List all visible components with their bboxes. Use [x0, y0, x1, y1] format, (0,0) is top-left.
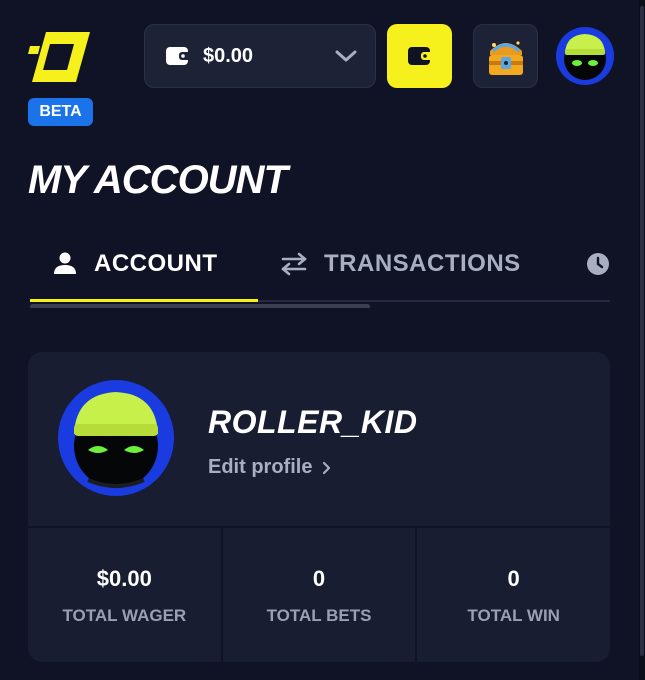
page-scrollbar-thumb[interactable] [640, 6, 644, 656]
user-avatar-icon[interactable] [556, 27, 614, 85]
stat-value: $0.00 [96, 566, 152, 591]
profile-username: ROLLER_KID [208, 404, 418, 440]
wallet-balance-dropdown[interactable]: $0.00 [144, 24, 376, 88]
tabs-scrollbar[interactable] [30, 304, 370, 308]
tab-transactions-label: TRANSACTIONS [324, 250, 521, 277]
account-page: BETA $0.00 MY ACCOUNT ACCOUNT TRANSACTIO… [0, 0, 645, 680]
tab-account[interactable]: ACCOUNT [54, 238, 218, 290]
stat-label: TOTAL WAGER [62, 606, 187, 625]
wallet-button[interactable] [387, 24, 452, 88]
profile-card: ROLLER_KID Edit profile $0.00 TOTAL WAGE… [28, 352, 610, 662]
edit-profile-label: Edit profile [208, 456, 313, 478]
wallet-balance: $0.00 [203, 44, 254, 67]
chevron-down-icon [335, 50, 357, 62]
stats-row: $0.00 TOTAL WAGER 0 TOTAL BETS 0 TOTAL W… [28, 528, 610, 662]
brand-logo-icon[interactable] [28, 30, 92, 84]
profile-avatar-icon[interactable] [58, 380, 174, 496]
account-tabs: ACCOUNT TRANSACTIONS [30, 238, 610, 308]
stat-label: TOTAL WIN [467, 606, 560, 625]
stat-value: 0 [312, 566, 326, 591]
edit-profile-link[interactable]: Edit profile [208, 456, 332, 479]
stat-total-bets: 0 TOTAL BETS [220, 528, 416, 662]
tab-account-label: ACCOUNT [94, 250, 218, 277]
tab-history[interactable] [586, 238, 610, 290]
stat-value: 0 [507, 566, 520, 591]
rewards-chest-button[interactable] [473, 24, 538, 88]
stat-total-wager: $0.00 TOTAL WAGER [28, 528, 221, 662]
page-title: MY ACCOUNT [28, 158, 288, 202]
wallet-icon [166, 47, 191, 65]
user-icon [54, 252, 76, 274]
wallet-icon [407, 47, 433, 65]
active-tab-indicator [30, 299, 258, 302]
stat-label: TOTAL BETS [266, 606, 372, 625]
stat-total-win: 0 TOTAL WIN [415, 528, 610, 662]
tab-transactions[interactable]: TRANSACTIONS [280, 238, 521, 290]
swap-arrows-icon [281, 252, 307, 276]
beta-badge: BETA [28, 98, 93, 126]
clock-icon [587, 253, 609, 275]
treasure-chest-icon [488, 41, 523, 75]
chevron-right-icon [323, 461, 331, 474]
